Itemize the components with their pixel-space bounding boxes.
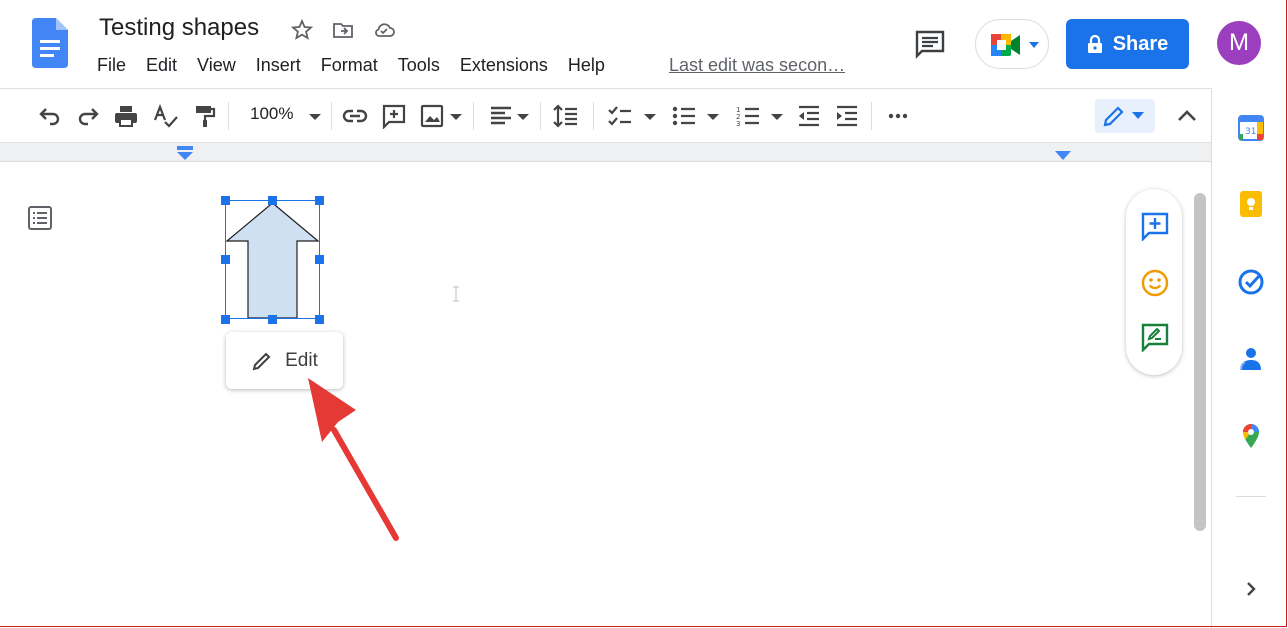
menu-help[interactable]: Help [568,55,605,76]
meet-icon [991,34,1020,56]
up-arrow-shape[interactable] [226,201,319,318]
selected-shape[interactable] [225,200,320,319]
toolbar: 100% 123 [0,88,1211,143]
paint-format-icon[interactable] [191,103,217,129]
expand-panel-icon[interactable] [1237,575,1265,603]
pencil-icon [252,352,271,370]
menu-view[interactable]: View [197,55,236,76]
zoom-select[interactable]: 100% [250,104,293,124]
menu-insert[interactable]: Insert [256,55,301,76]
floating-actions-panel [1126,189,1182,375]
text-cursor-icon [453,286,459,302]
left-indent-marker-icon[interactable] [176,146,194,160]
suggest-edits-icon[interactable] [1140,322,1170,352]
resize-handle-bottom-right[interactable] [315,315,324,324]
contacts-icon[interactable] [1237,344,1265,372]
collapse-menus-icon[interactable] [1174,103,1200,129]
edit-label: Edit [285,349,318,371]
comment-history-icon[interactable] [913,28,947,60]
menu-edit[interactable]: Edit [146,55,177,76]
checklist-dropdown-icon[interactable] [637,103,663,129]
document-title[interactable]: Testing shapes [99,14,259,42]
pencil-icon [1103,106,1124,127]
redo-icon[interactable] [76,103,102,129]
numbered-list-icon[interactable]: 123 [735,103,761,129]
bulleted-dropdown-icon[interactable] [700,103,726,129]
more-options-icon[interactable] [885,103,911,129]
add-comment-icon[interactable] [381,103,407,130]
lock-icon [1087,35,1102,53]
annotation-arrow-icon [308,378,399,541]
resize-handle-right[interactable] [315,255,324,264]
line-spacing-icon[interactable] [553,103,579,129]
svg-text:3: 3 [736,120,740,128]
add-comment-icon[interactable] [1140,211,1170,241]
cloud-saved-icon[interactable] [372,18,396,42]
maps-icon[interactable] [1237,422,1265,450]
resize-handle-left[interactable] [221,255,230,264]
spellcheck-icon[interactable] [152,103,178,129]
right-indent-marker-icon[interactable] [1055,151,1071,161]
calendar-icon[interactable]: 31 [1237,114,1265,142]
resize-handle-top-left[interactable] [221,196,230,205]
menu-format[interactable]: Format [321,55,378,76]
insert-image-icon[interactable] [419,103,445,129]
zoom-dropdown-icon[interactable] [302,103,328,129]
image-dropdown-icon[interactable] [443,103,469,129]
editing-mode-button[interactable] [1095,99,1155,133]
resize-handle-top-right[interactable] [315,196,324,205]
decrease-indent-icon[interactable] [796,103,822,129]
add-emoji-reaction-icon[interactable] [1140,268,1170,298]
last-edit-link[interactable]: Last edit was secon… [669,55,845,76]
increase-indent-icon[interactable] [834,103,860,129]
keep-icon[interactable] [1237,190,1265,218]
menu-bar: File Edit View Insert Format Tools Exten… [97,55,625,76]
share-label: Share [1112,32,1169,55]
side-panel-divider [1236,496,1266,497]
ruler[interactable] [0,143,1211,162]
numbered-dropdown-icon[interactable] [764,103,790,129]
resize-handle-bottom-left[interactable] [221,315,230,324]
tasks-icon[interactable] [1237,268,1265,296]
editing-mode-dropdown-icon [1132,112,1144,119]
side-panel: 31 [1211,88,1288,628]
resize-handle-bottom[interactable] [268,315,277,324]
document-outline-icon[interactable] [27,205,53,231]
menu-file[interactable]: File [97,55,126,76]
align-dropdown-icon[interactable] [510,103,536,129]
print-icon[interactable] [113,103,139,129]
menu-tools[interactable]: Tools [398,55,440,76]
meet-button[interactable] [975,19,1049,69]
bulleted-list-icon[interactable] [671,103,697,129]
checklist-icon[interactable] [607,103,633,129]
docs-logo-icon[interactable] [32,18,68,68]
account-avatar[interactable]: M [1217,21,1261,65]
move-folder-icon[interactable] [331,18,355,42]
svg-text:31: 31 [1245,127,1256,137]
meet-dropdown-icon [1029,42,1039,48]
undo-icon[interactable] [36,103,62,129]
resize-handle-top[interactable] [268,196,277,205]
star-icon[interactable] [290,18,314,42]
menu-extensions[interactable]: Extensions [460,55,548,76]
insert-link-icon[interactable] [342,103,368,129]
vertical-scrollbar[interactable] [1194,193,1206,531]
share-button[interactable]: Share [1066,19,1189,69]
